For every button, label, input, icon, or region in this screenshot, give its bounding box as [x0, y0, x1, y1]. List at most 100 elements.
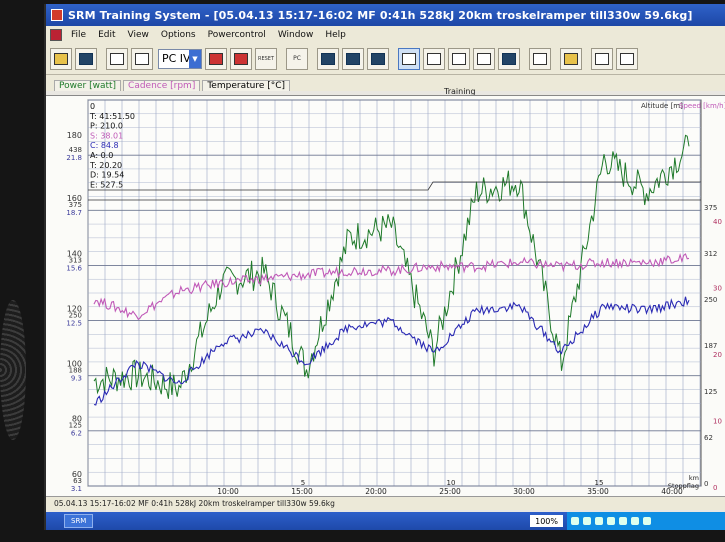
x-tick-label: 30:00 [513, 487, 535, 496]
y-tick-label: 12.5 [66, 319, 82, 327]
x2-tick-label: 10 [447, 479, 456, 487]
y-tick-label: 3.1 [71, 485, 82, 493]
y2-tick-label: 375 [704, 204, 717, 212]
reset-label: RESET [257, 55, 275, 62]
pc-setup-button[interactable] [230, 47, 252, 70]
menu-help[interactable]: Help [319, 30, 352, 40]
graph-view-button[interactable] [398, 47, 420, 70]
device-select-value: PC IV [162, 52, 191, 65]
notes-button[interactable] [560, 47, 582, 70]
app-window: SRM Training System - [05.04.13 15:17-16… [44, 4, 725, 530]
y-tick-label: 375 [69, 201, 82, 209]
menu-options[interactable]: Options [155, 30, 202, 40]
taskbar-srm-button[interactable]: SRM [64, 514, 94, 528]
pc-button[interactable]: PC [286, 47, 308, 70]
y-tick-label: 125 [69, 422, 82, 430]
document-icon[interactable] [50, 28, 62, 41]
list-view-button[interactable] [448, 47, 470, 70]
export-button[interactable] [131, 47, 153, 70]
line-chart-button[interactable] [473, 47, 495, 70]
tray-icon[interactable] [643, 517, 651, 525]
tray-icon[interactable] [607, 517, 615, 525]
table-view-button[interactable] [423, 47, 445, 70]
x-tick-label: 10:00 [217, 487, 239, 496]
line-chart-icon [477, 52, 491, 65]
y-tick-label: 180 [67, 131, 82, 140]
view-button-2[interactable] [342, 47, 364, 70]
plot-area[interactable]: 1801601401201008060404383753132501881256… [46, 95, 725, 530]
menu-powercontrol[interactable]: Powercontrol [202, 30, 272, 40]
open-button[interactable] [50, 47, 72, 70]
y-tick-label: 313 [69, 256, 82, 264]
status-text: 05.04.13 15:17-16:02 MF 0:41h 528kJ 20km… [54, 499, 335, 508]
menu-window[interactable]: Window [272, 30, 320, 40]
tray-icon[interactable] [631, 517, 639, 525]
antenna-icon [620, 52, 634, 65]
y3-tick-label: 0 [713, 484, 717, 492]
panel-icon [371, 52, 385, 65]
x-tick-label: 15:00 [291, 487, 313, 496]
menu-edit[interactable]: Edit [92, 30, 121, 40]
bar-chart-icon [502, 52, 516, 65]
chart-grid [87, 99, 702, 487]
tab-cadence[interactable]: Cadence [rpm] [123, 80, 201, 91]
y3-tick-label: 40 [713, 218, 722, 226]
picture-icon [321, 52, 335, 65]
y-tick-label: 438 [69, 146, 82, 154]
y-tick-label: 63 [73, 477, 82, 485]
training-chart[interactable]: 1801601401201008060404383753132501881256… [46, 96, 725, 530]
bar-chart-button[interactable] [498, 47, 520, 70]
window-title: SRM Training System - [05.04.13 15:17-16… [68, 8, 693, 22]
view-button-1[interactable] [317, 47, 339, 70]
zoom-indicator: 100% [530, 515, 563, 527]
y2-tick-label: 312 [704, 250, 717, 258]
tray-icon[interactable] [571, 517, 579, 525]
radio-button[interactable] [616, 47, 638, 70]
floppy-icon [79, 52, 93, 65]
graph-icon [402, 52, 416, 65]
readout-line: D: 19.54 [90, 171, 124, 180]
y2-tick-label: 187 [704, 342, 717, 350]
menu-view[interactable]: View [122, 30, 155, 40]
x2-tick-label: 5 [301, 479, 305, 487]
y3-tick-label: 30 [713, 285, 722, 293]
y-tick-label: 18.7 [66, 209, 82, 217]
stoppflag-label: Stoppflag [668, 482, 699, 490]
readout-line: C: 84.8 [90, 141, 119, 150]
tab-power[interactable]: Power [watt] [54, 80, 122, 91]
stats-icon [533, 52, 547, 65]
y3-tick-label: 20 [713, 351, 722, 359]
title-bar: SRM Training System - [05.04.13 15:17-16… [46, 4, 725, 26]
tray-icon[interactable] [619, 517, 627, 525]
km-label: km [689, 474, 699, 482]
pc-label: PC [293, 55, 301, 62]
y2-tick-label: 250 [704, 296, 717, 304]
y-tick-label: 15.6 [66, 264, 82, 272]
device-select[interactable]: PC IV ▼ [158, 48, 202, 69]
menu-file[interactable]: File [65, 30, 92, 40]
fan-background [0, 300, 26, 440]
x-tick-label: 35:00 [587, 487, 609, 496]
reset-button[interactable]: RESET [255, 47, 277, 70]
view-button-3[interactable] [367, 47, 389, 70]
print-button[interactable] [106, 47, 128, 70]
menu-bar: File Edit View Options Powercontrol Wind… [46, 26, 725, 43]
chevron-down-icon[interactable]: ▼ [189, 49, 201, 68]
readout-line: A: 0.0 [90, 151, 113, 160]
window-icon [346, 52, 360, 65]
y2-tick-label: 0 [704, 480, 708, 488]
pc-download-button[interactable] [205, 47, 227, 70]
y-tick-label: 9.3 [71, 375, 82, 383]
stats-button[interactable] [529, 47, 551, 70]
tab-temperature[interactable]: Temperature [°C] [202, 80, 291, 91]
document-icon [135, 52, 149, 65]
save-button[interactable] [75, 47, 97, 70]
folder-icon [54, 52, 68, 65]
readout-line: E: 527.5 [90, 180, 123, 189]
tray-icon[interactable] [595, 517, 603, 525]
altitude-label: Altitude [m] [641, 102, 683, 110]
analysis-button[interactable] [591, 47, 613, 70]
tray-icon[interactable] [583, 517, 591, 525]
y-tick-label: 188 [69, 367, 82, 375]
readout-line: T: 41:51.50 [89, 112, 135, 121]
